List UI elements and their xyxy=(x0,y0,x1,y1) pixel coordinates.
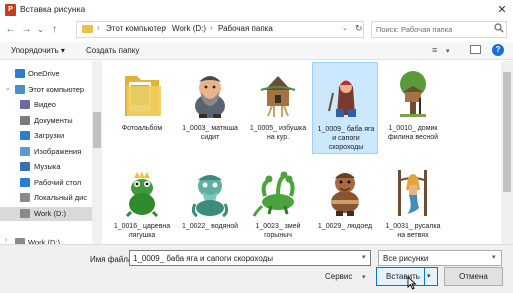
file-item-label: 1_0029_ людоед xyxy=(317,223,373,230)
powerpoint-app-icon: P xyxy=(5,4,16,16)
breadcrumb-separator[interactable]: › xyxy=(164,23,167,32)
folder-icon xyxy=(115,68,169,122)
tools-button[interactable]: Сервис xyxy=(325,272,352,281)
organize-button[interactable]: Упорядочить ▾ xyxy=(11,46,65,55)
filename-dropdown-icon[interactable]: ▾ xyxy=(362,253,366,261)
breadcrumb-work-folder[interactable]: Рабочая папка xyxy=(218,24,273,33)
cancel-button-label[interactable]: Отмена xyxy=(444,272,503,281)
search-placeholder: Поиск: Рабочая папка xyxy=(376,25,453,34)
sidebar-item-label: Загрузки xyxy=(34,131,65,140)
file-item-label: Фотоальбом xyxy=(121,125,163,132)
file-item[interactable]: Фотоальбом xyxy=(109,62,175,154)
sidebar-item[interactable]: Документы xyxy=(0,114,92,128)
new-folder-button[interactable]: Создать папку xyxy=(86,46,139,55)
sidebar-item[interactable]: Work (D:) xyxy=(0,206,92,221)
file-item[interactable]: 1_0016_ царевна лягушка xyxy=(109,160,175,244)
baba-yaga-icon xyxy=(319,69,373,123)
video-icon xyxy=(20,100,30,109)
back-arrow-icon[interactable]: ← xyxy=(4,23,17,37)
computer-icon xyxy=(15,84,25,94)
file-item-label: 1_0031_ русалка на ветвях xyxy=(385,223,441,239)
ogre-icon xyxy=(318,166,372,220)
sidebar-item[interactable]: Рабочий стол xyxy=(0,176,92,190)
file-item-label: 1_0022_ водяной xyxy=(181,223,239,230)
close-button[interactable]: ✕ xyxy=(494,2,510,18)
hut-icon xyxy=(251,68,305,122)
frog-princess-icon xyxy=(115,166,169,220)
up-arrow-icon[interactable]: ↑ xyxy=(48,23,61,37)
breadcrumb-this-pc[interactable]: Этот компьютер xyxy=(106,24,166,33)
sidebar-item-label: Изображения xyxy=(34,146,82,156)
content-scrollbar-thumb[interactable] xyxy=(503,72,511,192)
desktop-icon xyxy=(20,177,30,187)
breadcrumb-work-drive[interactable]: Work (D:) xyxy=(172,24,206,33)
sidebar-item[interactable]: Музыка xyxy=(0,160,92,174)
file-item[interactable]: 1_0022_ водяной xyxy=(177,160,243,244)
address-dropdown-icon[interactable]: ⌄ xyxy=(342,24,348,32)
sidebar-item-label: Музыка xyxy=(34,162,61,171)
file-item[interactable]: 1_0029_ людоед xyxy=(312,160,378,244)
forward-arrow-icon[interactable]: → xyxy=(20,23,33,37)
sidebar-item[interactable]: OneDrive xyxy=(0,67,92,81)
sidebar-item[interactable]: Видео xyxy=(0,98,92,112)
sidebar-item[interactable]: Изображения xyxy=(0,145,92,159)
cloud-icon xyxy=(15,69,25,78)
file-item-label: 1_0003_ матюша сидит xyxy=(182,125,238,141)
music-icon xyxy=(20,162,30,171)
file-type-value[interactable]: Все рисунки xyxy=(383,254,428,263)
drive-icon xyxy=(20,208,30,218)
sidebar-item[interactable]: ⌄ Этот компьютер xyxy=(0,83,92,97)
breadcrumb-separator[interactable]: › xyxy=(210,23,213,32)
sidebar-item-label: Work (D:) xyxy=(34,208,66,218)
view-dropdown-icon[interactable]: ▾ xyxy=(446,47,450,55)
tools-dropdown-icon[interactable]: ▾ xyxy=(362,273,366,281)
help-icon[interactable]: ? xyxy=(492,44,504,56)
treehouse-icon xyxy=(386,68,440,122)
insert-dropdown-icon[interactable]: ▾ xyxy=(427,272,431,280)
expand-arrow-icon[interactable]: ⌄ xyxy=(5,84,11,92)
nav-scrollbar-thumb[interactable] xyxy=(93,112,101,148)
mermaid-icon xyxy=(386,166,440,220)
breadcrumb-separator[interactable]: › xyxy=(97,23,100,32)
drive-icon xyxy=(20,193,30,202)
sidebar-item[interactable]: Локальный дис xyxy=(0,191,92,205)
file-item-label: 1_0009_ баба яга и сапоги скороходы xyxy=(317,126,375,151)
sidebar-item-label: Рабочий стол xyxy=(34,177,82,187)
mouse-cursor-icon xyxy=(407,275,417,293)
dwarf-sitting-icon xyxy=(183,68,237,122)
file-item-label: 1_0005_ избушка на кур. xyxy=(249,125,307,141)
file-item[interactable]: 1_0023_ змей горыныч xyxy=(245,160,311,244)
sidebar-item-label: Локальный дис xyxy=(34,193,88,202)
dragon-icon xyxy=(251,166,305,220)
filename-label: Имя файла: xyxy=(90,255,135,264)
window-title: Вставка рисунка xyxy=(20,4,86,14)
sidebar-item-label: OneDrive xyxy=(28,69,60,78)
file-item[interactable]: 1_0031_ русалка на ветвях xyxy=(380,160,446,244)
file-type-dropdown-icon[interactable]: ▾ xyxy=(492,253,496,261)
file-item[interactable]: 1_0003_ матюша сидит xyxy=(177,62,243,154)
downloads-icon xyxy=(20,131,30,140)
sidebar-item-label: Документы xyxy=(34,115,73,125)
sidebar-item-label: Видео xyxy=(34,100,56,109)
recent-locations-icon[interactable]: ⌄ xyxy=(34,23,47,37)
water-spirit-icon xyxy=(183,166,237,220)
file-item[interactable]: 1_0009_ баба яга и сапоги скороходы xyxy=(312,62,378,154)
filename-value[interactable]: 1_0009_ баба яга и сапоги скороходы xyxy=(133,254,273,263)
file-item-label: 1_0023_ змей горыныч xyxy=(255,223,301,239)
pictures-icon xyxy=(20,146,30,156)
nav-scrollbar[interactable] xyxy=(92,61,102,244)
folder-icon xyxy=(82,25,93,33)
sidebar-item-label: Этот компьютер xyxy=(28,84,85,94)
expand-arrow-icon[interactable]: › xyxy=(5,237,7,244)
file-item-label: 1_0016_ царевна лягушка xyxy=(113,223,171,239)
documents-icon xyxy=(20,115,30,125)
preview-pane-icon[interactable] xyxy=(470,45,481,54)
search-icon[interactable] xyxy=(494,23,504,36)
file-item-label: 1_0010_ домик филина весной xyxy=(387,125,439,141)
file-item[interactable]: 1_0010_ домик филина весной xyxy=(380,62,446,154)
file-item[interactable]: 1_0005_ избушка на кур. xyxy=(245,62,311,154)
refresh-icon[interactable]: ↻ xyxy=(355,23,363,34)
sidebar-item[interactable]: Загрузки xyxy=(0,129,92,143)
view-options-icon[interactable]: ≡ xyxy=(432,45,437,55)
